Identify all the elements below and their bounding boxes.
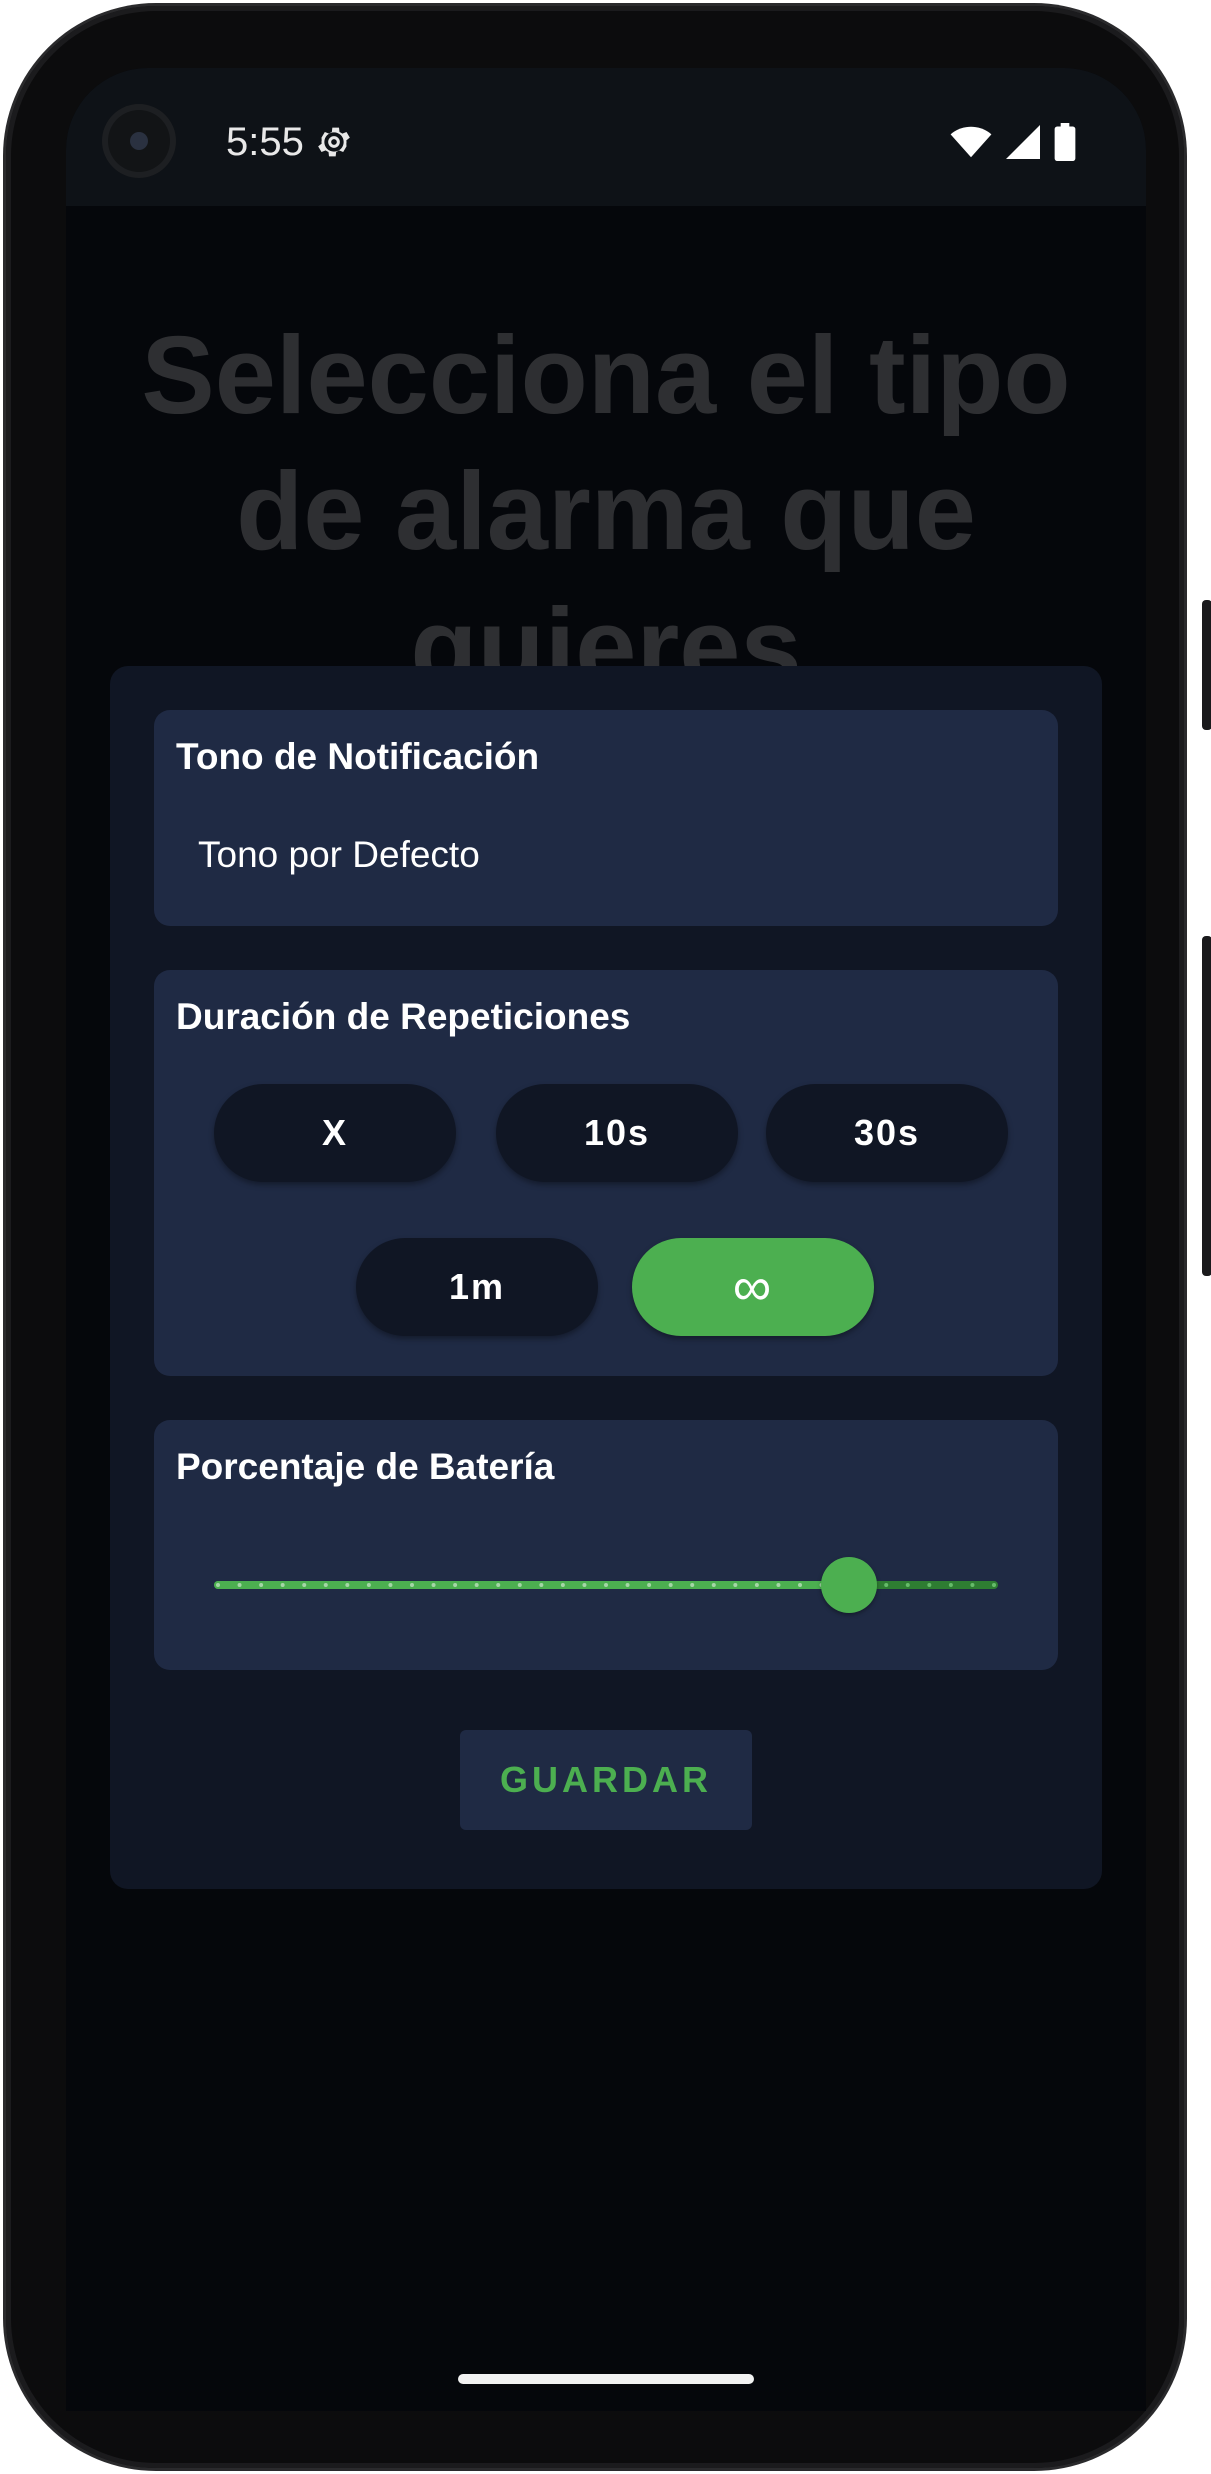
duration-option-infinite[interactable]: ∞ [632,1238,874,1336]
duration-option-none[interactable]: X [214,1084,456,1182]
slider-tick [948,1583,953,1587]
background-headline: Selecciona el tipo de alarma que quieres [141,314,1071,709]
slider-tick [259,1583,264,1587]
slider-tick [625,1583,630,1587]
notification-tone-title: Tono de Notificación [176,736,540,777]
slider-tick [517,1583,522,1587]
slider-tick [905,1583,910,1587]
slider-tick [884,1583,889,1587]
battery-percentage-title: Porcentaje de Batería [176,1446,555,1487]
home-indicator[interactable] [458,2374,754,2384]
notification-tone-value[interactable]: Tono por Defecto [198,834,480,876]
slider-tick [366,1583,371,1587]
cellular-signal-icon [1006,125,1040,159]
slider-tick [280,1583,285,1587]
slider-tick [798,1583,802,1587]
battery-slider-thumb[interactable] [821,1557,878,1613]
slider-tick [668,1583,673,1587]
front-camera [102,104,176,178]
slider-tick [496,1583,501,1587]
slider-tick [216,1583,220,1587]
slider-tick [582,1583,587,1587]
volume-button [1202,936,1211,1276]
slider-tick [690,1583,695,1587]
slider-tick [410,1583,414,1587]
slider-tick [323,1583,328,1587]
slider-tick [560,1583,565,1587]
slider-tick [431,1583,436,1587]
settings-gear-icon [318,127,350,157]
slider-tick [604,1583,608,1587]
slider-tick [474,1583,479,1587]
slider-tick [970,1583,975,1587]
battery-percentage-card: Porcentaje de Batería [154,1420,1058,1670]
slider-tick [711,1583,716,1587]
slider-tick [539,1583,544,1587]
system-icons [950,122,1076,162]
screen: 5:55 Selecciona el tipo de alarma que qu… [66,68,1146,2411]
slider-tick [647,1583,652,1587]
save-button[interactable]: GUARDAR [460,1730,752,1830]
repeat-duration-card: Duración de Repeticiones X 10s 30s 1m ∞ [154,970,1058,1376]
power-button [1202,600,1211,730]
slider-tick [776,1583,781,1587]
slider-tick [388,1583,393,1587]
slider-tick [992,1583,996,1587]
slider-tick [754,1583,759,1587]
slider-tick [345,1583,350,1587]
phone-frame: 5:55 Selecciona el tipo de alarma que qu… [6,6,1211,2468]
battery-icon [1054,123,1076,161]
wifi-icon [950,126,992,158]
alarm-settings-dialog: Tono de Notificación Tono por Defecto Du… [110,666,1102,1889]
duration-option-30s[interactable]: 30s [766,1084,1008,1182]
duration-option-10s[interactable]: 10s [496,1084,738,1182]
slider-tick [927,1583,932,1587]
battery-slider-ticks [216,1583,996,1587]
notification-tone-card[interactable]: Tono de Notificación Tono por Defecto [154,710,1058,926]
status-time: 5:55 [226,120,304,164]
slider-tick [453,1583,458,1587]
slider-tick [237,1583,242,1587]
status-bar: 5:55 [66,68,1146,206]
duration-option-1m[interactable]: 1m [356,1238,598,1336]
slider-tick [733,1583,738,1587]
slider-tick [302,1583,307,1587]
repeat-duration-title: Duración de Repeticiones [176,996,631,1037]
